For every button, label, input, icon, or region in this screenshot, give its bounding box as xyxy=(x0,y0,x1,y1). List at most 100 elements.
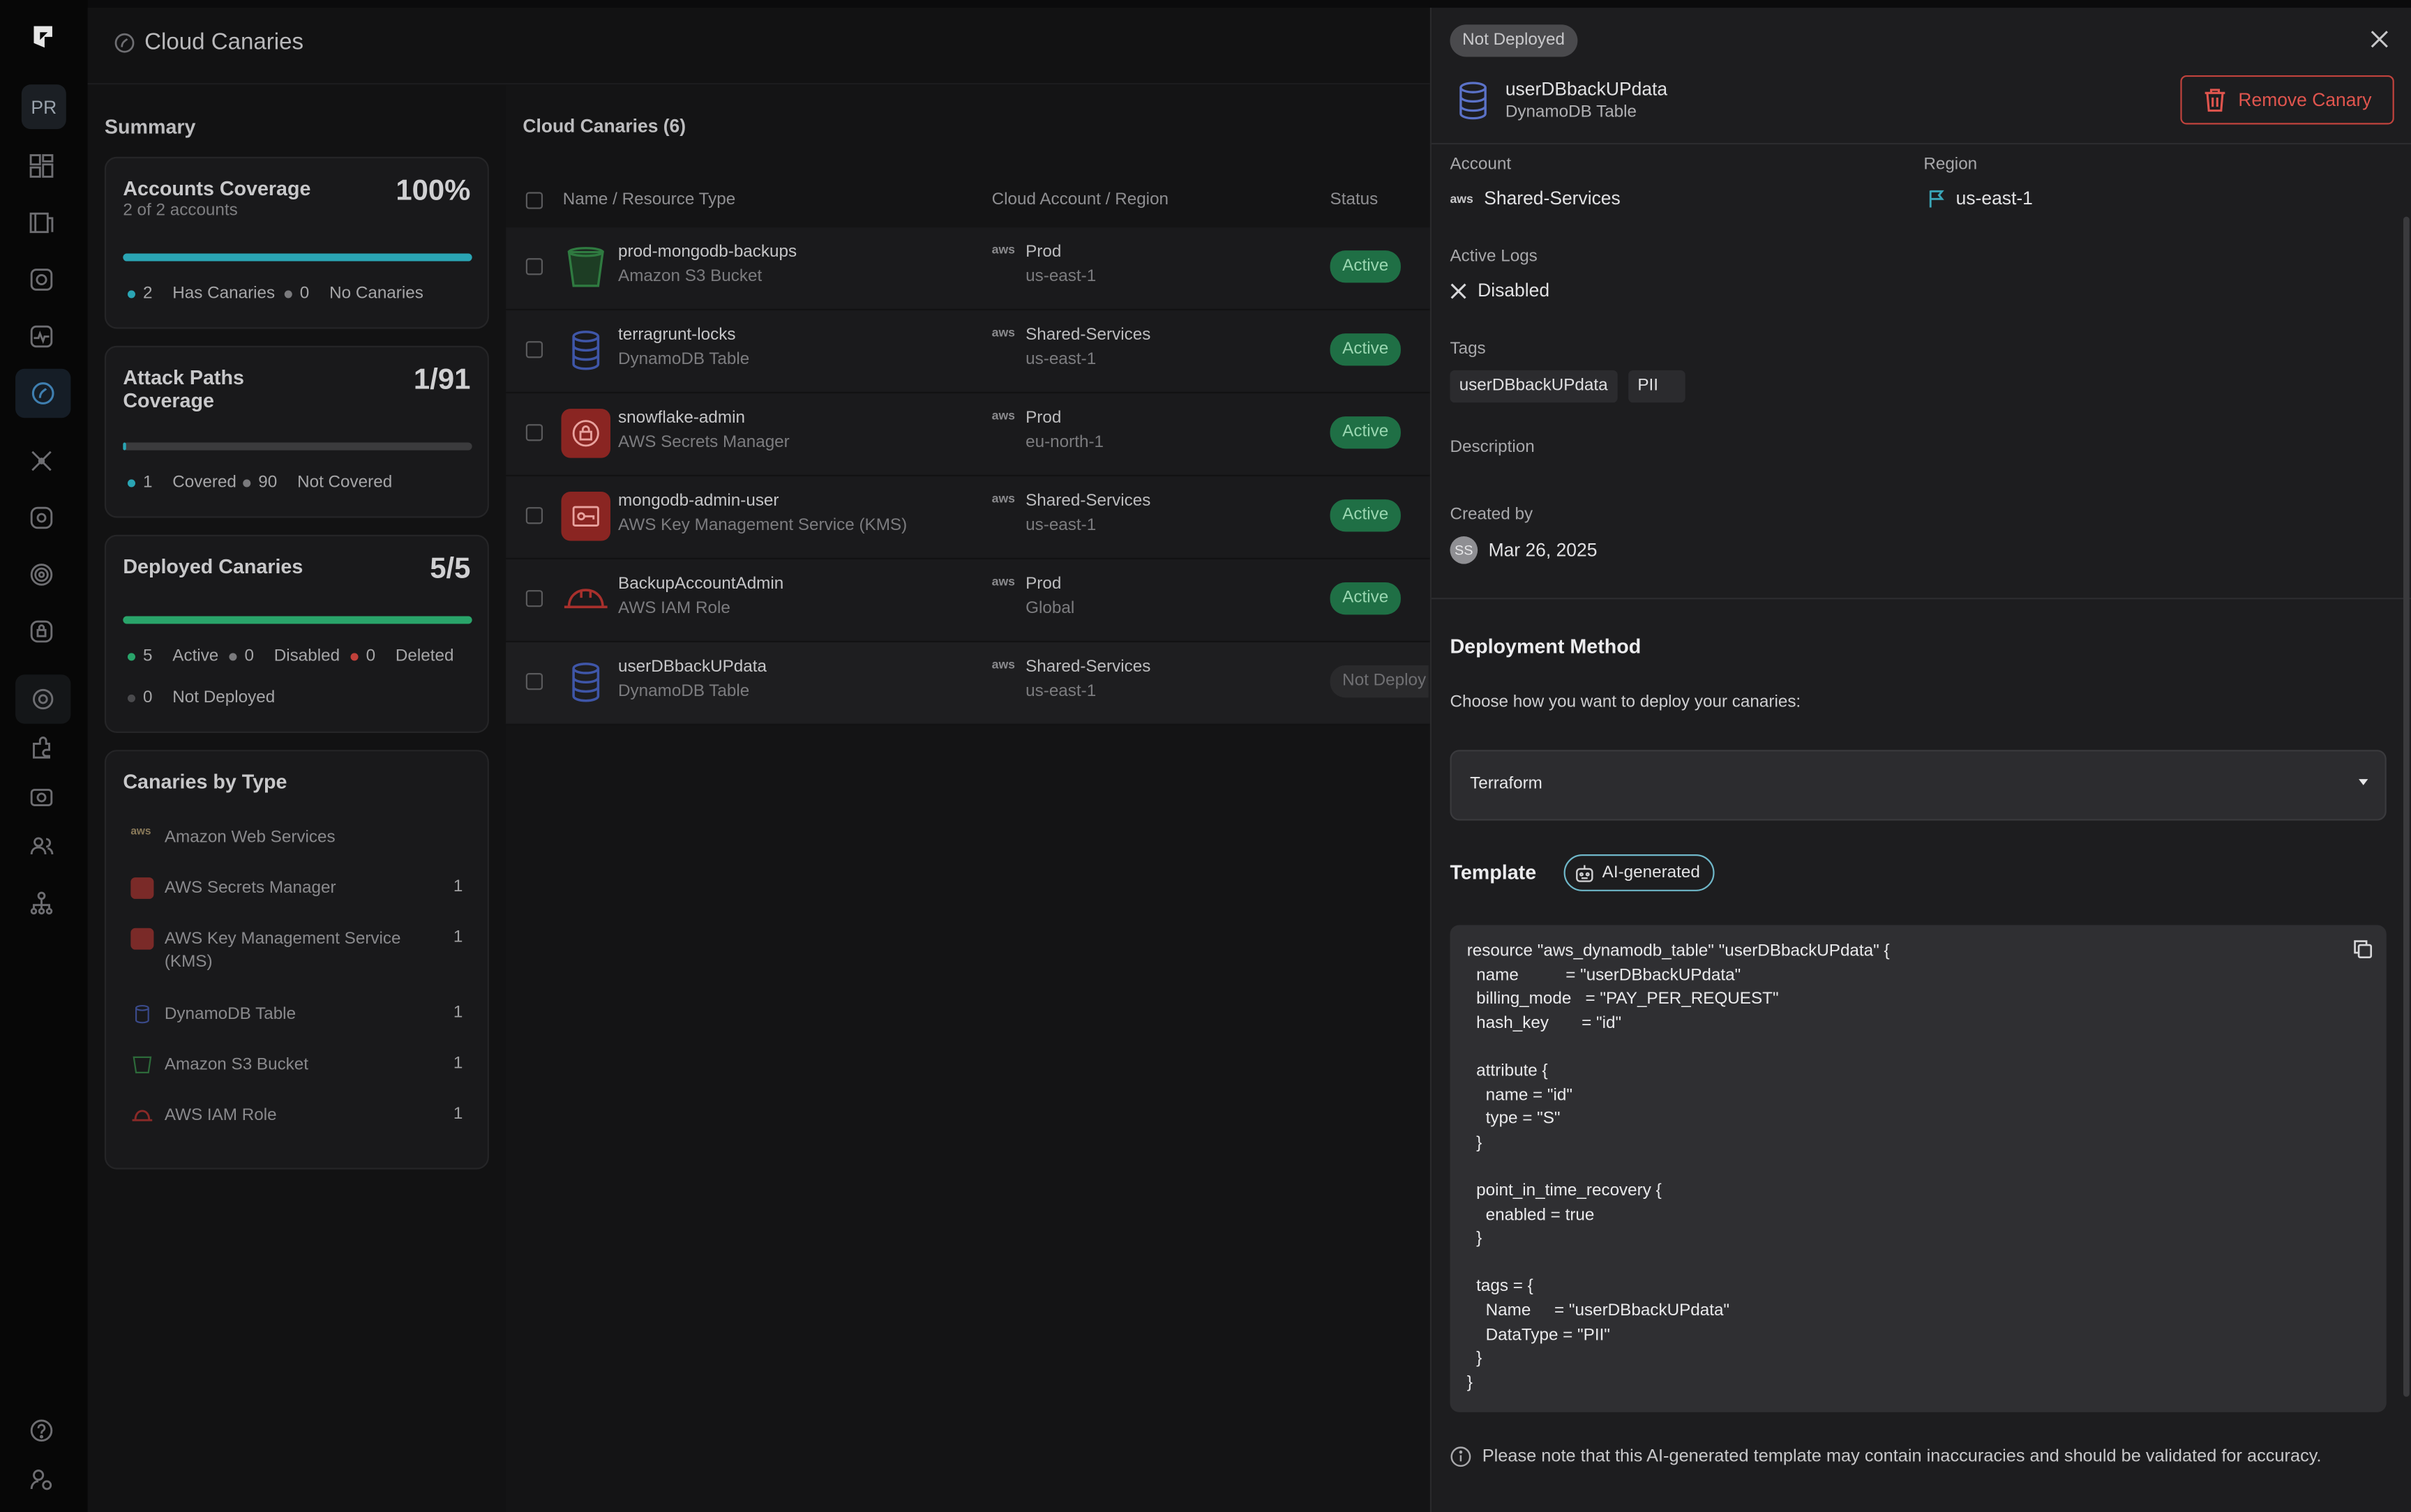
row-region: us-east-1 xyxy=(1026,350,1097,369)
camera-icon[interactable] xyxy=(26,782,57,812)
table-row[interactable]: snowflake-admin AWS Secrets Manager aws … xyxy=(506,393,1430,477)
legend-item: 90 Not Covered xyxy=(243,474,392,492)
dynamodb-icon xyxy=(561,658,610,707)
table-row[interactable]: terragrunt-locks DynamoDB Table aws Shar… xyxy=(506,310,1430,394)
table-row[interactable]: mongodb-admin-user AWS Key Management Se… xyxy=(506,476,1430,560)
account-value: aws Shared-Services xyxy=(1450,187,1621,209)
description-label: Description xyxy=(1450,437,1535,457)
table-row[interactable]: userDBbackUPdata DynamoDB Table aws Shar… xyxy=(506,642,1430,725)
legend-item: 0 Deleted xyxy=(350,647,453,665)
iam-role-icon xyxy=(132,1110,153,1121)
workspace-avatar[interactable]: PR xyxy=(21,84,66,130)
tag-chip: userDBbackUPdata xyxy=(1450,370,1617,403)
remove-canary-label: Remove Canary xyxy=(2238,89,2372,111)
progress-bar xyxy=(123,442,472,451)
info-icon xyxy=(1450,1446,1471,1467)
progress-bar xyxy=(123,253,472,262)
row-checkbox[interactable] xyxy=(525,341,543,358)
progress-bar xyxy=(123,616,472,624)
canary-name: userDBbackUPdata xyxy=(1505,78,1668,100)
legend-dot xyxy=(350,652,359,660)
ai-generated-badge: AI-generated xyxy=(1563,854,1714,891)
column-header-status[interactable]: Status xyxy=(1330,190,1379,209)
legend-dot xyxy=(127,478,135,487)
remove-canary-button[interactable]: Remove Canary xyxy=(2180,75,2394,125)
legend-item: 2 Has Canaries xyxy=(127,285,275,303)
row-checkbox[interactable] xyxy=(525,258,543,275)
row-name[interactable]: userDBbackUPdata xyxy=(618,658,767,676)
trash-icon xyxy=(2204,89,2225,112)
close-icon[interactable] xyxy=(2370,29,2390,50)
dynamodb-icon xyxy=(1459,82,1487,120)
row-name[interactable]: BackupAccountAdmin xyxy=(618,575,783,593)
settings-icon[interactable] xyxy=(15,674,71,724)
deployment-method-select[interactable]: Terraform xyxy=(1450,750,2387,821)
users-icon[interactable] xyxy=(26,831,57,862)
row-checkbox[interactable] xyxy=(525,673,543,690)
aws-icon: aws xyxy=(991,409,1015,423)
canaries-table-area: Cloud Canaries (6) Name / Resource Type … xyxy=(506,84,1430,1512)
logo-icon[interactable] xyxy=(29,23,57,51)
canary-detail-panel: Not Deployed userDBbackUPdata DynamoDB T… xyxy=(1429,8,2411,1512)
help-icon[interactable] xyxy=(26,1415,57,1446)
card-subtitle: 2 of 2 accounts xyxy=(123,201,238,220)
template-title: Template xyxy=(1450,860,1537,884)
type-row: AWS Secrets Manager 1 xyxy=(130,875,472,902)
template-code-block[interactable]: resource "aws_dynamodb_table" "userDBbac… xyxy=(1450,925,2387,1412)
template-code[interactable]: resource "aws_dynamodb_table" "userDBbac… xyxy=(1467,940,1890,1396)
row-account: Prod xyxy=(1026,243,1062,262)
target-icon[interactable] xyxy=(26,559,57,590)
canary-type: DynamoDB Table xyxy=(1505,103,1637,122)
select-all-checkbox[interactable] xyxy=(525,192,543,209)
aws-icon: aws xyxy=(991,658,1015,672)
legend-dot xyxy=(284,289,292,298)
lock-icon[interactable] xyxy=(26,617,57,647)
table-row[interactable]: prod-mongodb-backups Amazon S3 Bucket aw… xyxy=(506,227,1430,311)
row-name[interactable]: snowflake-admin xyxy=(618,409,745,427)
aws-icon: aws xyxy=(991,243,1015,257)
row-type: DynamoDB Table xyxy=(618,682,750,701)
org-tree-icon[interactable] xyxy=(26,889,57,919)
legend-dot xyxy=(229,652,237,660)
canaries-icon[interactable] xyxy=(15,368,71,418)
row-account: Prod xyxy=(1026,575,1062,594)
row-checkbox[interactable] xyxy=(525,590,543,607)
active-logs-label: Active Logs xyxy=(1450,247,1538,266)
copy-icon[interactable] xyxy=(2352,939,2373,959)
created-by-label: Created by xyxy=(1450,505,1533,524)
legend-item: 5 Active xyxy=(127,647,218,665)
type-row: Amazon S3 Bucket 1 xyxy=(130,1051,472,1079)
shield-icon[interactable] xyxy=(26,502,57,533)
main-content: Cloud Canaries Summary Accounts Coverage… xyxy=(87,8,1430,1512)
status-badge: Active xyxy=(1330,333,1401,366)
row-name[interactable]: terragrunt-locks xyxy=(618,326,735,344)
region-label: Region xyxy=(1923,155,1978,174)
summary-column: Summary Accounts Coverage 2 of 2 account… xyxy=(88,84,506,1512)
column-header-account[interactable]: Cloud Account / Region xyxy=(992,190,1169,209)
deployment-method-title: Deployment Method xyxy=(1450,634,1642,658)
legend-item: 0 Not Deployed xyxy=(127,688,275,707)
scrollbar[interactable] xyxy=(2403,216,2410,1397)
column-header-name[interactable]: Name / Resource Type xyxy=(563,190,736,209)
row-checkbox[interactable] xyxy=(525,424,543,441)
integrations-icon[interactable] xyxy=(26,733,57,764)
legend-dot xyxy=(127,693,135,702)
book-icon[interactable] xyxy=(26,207,57,238)
row-type: AWS Secrets Manager xyxy=(618,433,790,452)
x-icon xyxy=(1450,282,1466,298)
table-row[interactable]: BackupAccountAdmin AWS IAM Role aws Prod… xyxy=(506,559,1430,642)
aws-icon: aws xyxy=(1450,191,1473,206)
activity-icon[interactable] xyxy=(26,321,57,351)
row-name[interactable]: prod-mongodb-backups xyxy=(618,243,797,261)
row-type: Amazon S3 Bucket xyxy=(618,267,763,286)
card-value: 100% xyxy=(396,175,471,208)
row-name[interactable]: mongodb-admin-user xyxy=(618,492,779,510)
aws-icon: aws xyxy=(991,326,1015,340)
dashboard-icon[interactable] xyxy=(26,151,57,181)
dynamodb-icon xyxy=(135,1004,149,1024)
attack-paths-icon[interactable] xyxy=(26,446,57,476)
row-checkbox[interactable] xyxy=(525,507,543,524)
user-settings-icon[interactable] xyxy=(26,1465,57,1495)
inventory-icon[interactable] xyxy=(26,264,57,295)
row-region: us-east-1 xyxy=(1026,682,1097,701)
